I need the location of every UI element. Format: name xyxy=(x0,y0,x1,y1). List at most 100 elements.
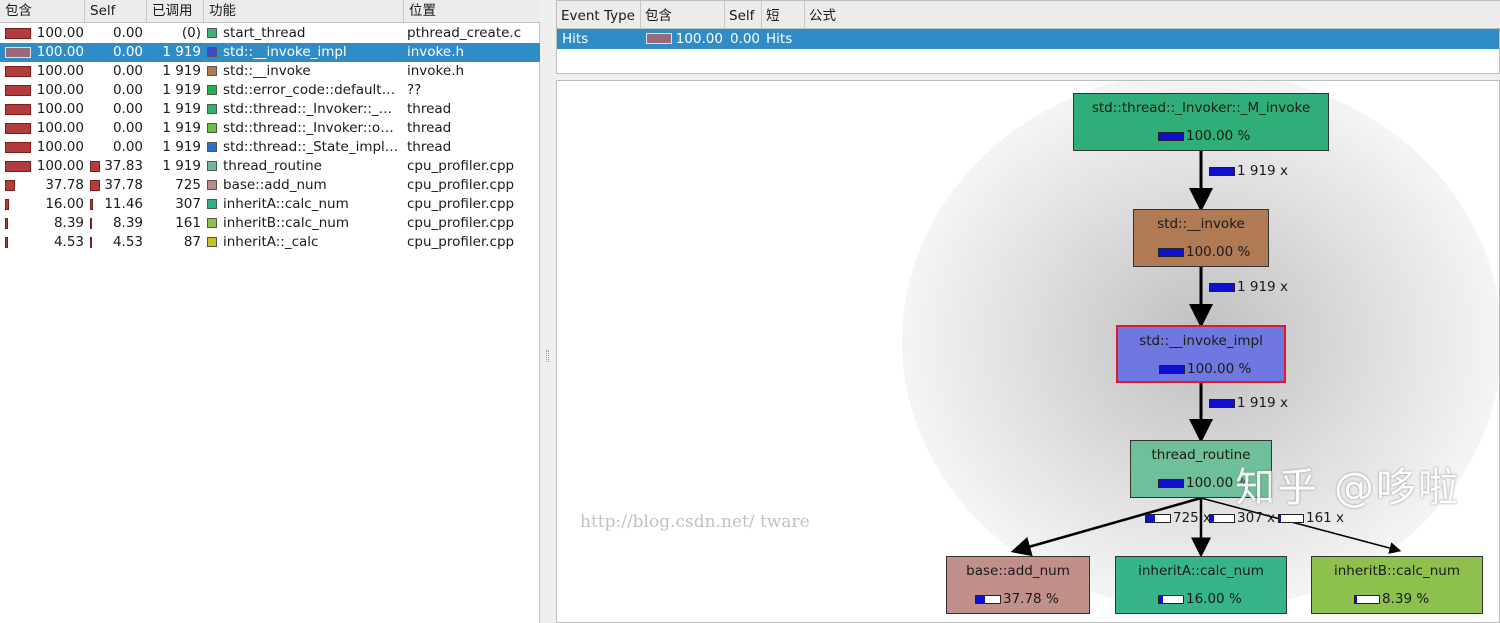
function-location: cpu_profiler.cpp xyxy=(407,196,515,212)
node-percent: 100.00 % xyxy=(1186,128,1251,144)
inclusive-bar xyxy=(5,28,31,39)
call-graph-canvas[interactable]: std::thread::_Invoker::_M_invoke100.00 %… xyxy=(556,80,1500,623)
function-color-icon xyxy=(207,180,217,190)
function-row[interactable]: 100.00 0.00 1 919 std::__invoke_impl invoke.… xyxy=(0,43,540,62)
vertical-splitter[interactable] xyxy=(541,0,555,623)
event-short-value: Hits xyxy=(766,31,793,47)
function-row[interactable]: 100.00 0.00 1 919 std::__invoke invoke.h xyxy=(0,62,540,81)
node-label: std::thread::_Invoker::_M_invoke xyxy=(1091,100,1311,116)
function-color-icon xyxy=(207,161,217,171)
inclusive-value: 100.00 xyxy=(36,82,84,98)
inclusive-bar xyxy=(5,199,9,210)
column-header-event-self[interactable]: Self xyxy=(725,1,762,29)
called-count: 1 919 xyxy=(162,101,201,117)
watermark-text: 知乎 @哆啦 xyxy=(1235,465,1460,511)
call-graph-node[interactable]: base::add_num 37.78 % xyxy=(946,556,1090,614)
column-header-function[interactable]: 功能 xyxy=(204,0,404,23)
column-header-short[interactable]: 短 xyxy=(762,1,805,29)
function-name: std::error_code::default… xyxy=(223,82,396,98)
function-row[interactable]: 4.53 4.53 87 inheritA::_calc cpu_profiler.cp… xyxy=(0,233,540,252)
function-name: std::thread::_State_impl… xyxy=(223,139,399,155)
function-name: std::thread::_Invoker::_… xyxy=(223,101,393,117)
column-header-location[interactable]: 位置 xyxy=(404,0,540,23)
self-value: 37.78 xyxy=(104,177,143,193)
function-row[interactable]: 100.00 0.00 1 919 std::error_code::default…… xyxy=(0,81,540,100)
called-count: 725 xyxy=(175,177,201,193)
inclusive-value: 100.00 xyxy=(36,139,84,155)
call-graph-node[interactable]: std::__invoke_impl 100.00 % xyxy=(1116,325,1286,383)
function-name: base::add_num xyxy=(223,177,327,193)
node-cost-bar xyxy=(975,595,1001,604)
node-label: base::add_num xyxy=(966,563,1070,579)
call-graph-node[interactable]: std::thread::_Invoker::_M_invoke100.00 % xyxy=(1073,93,1329,151)
self-value: 0.00 xyxy=(112,44,143,60)
node-cost-bar xyxy=(1158,479,1184,488)
call-graph-node[interactable]: std::__invoke 100.00 % xyxy=(1133,209,1269,267)
node-percent: 8.39 % xyxy=(1382,591,1430,607)
function-name: std::thread::_Invoker::o… xyxy=(223,120,394,136)
function-location: cpu_profiler.cpp xyxy=(407,158,515,174)
event-type-header: Event Type 包含 Self 短 公式 xyxy=(557,1,1500,29)
self-value: 11.46 xyxy=(104,196,143,212)
function-location: pthread_create.c xyxy=(407,25,522,41)
function-color-icon xyxy=(207,142,217,152)
function-row[interactable]: 100.00 0.00 1 919 std::thread::_Invoker::o…… xyxy=(0,119,540,138)
node-cost-bar xyxy=(1158,248,1184,257)
function-row[interactable]: 100.00 0.00 (0) start_thread pthread_create.… xyxy=(0,24,540,43)
function-name: std::__invoke xyxy=(223,63,311,79)
inclusive-bar xyxy=(5,85,31,96)
column-header-formula[interactable]: 公式 xyxy=(805,1,925,29)
watermark-url: http://blog.csdn.net/ tware xyxy=(580,512,810,532)
call-graph-svg xyxy=(902,81,1499,611)
called-count: 1 919 xyxy=(162,44,201,60)
inclusive-bar xyxy=(5,180,15,191)
function-color-icon xyxy=(207,199,217,209)
column-header-self[interactable]: Self xyxy=(85,0,147,23)
self-value: 0.00 xyxy=(112,101,143,117)
inclusive-value: 37.78 xyxy=(45,177,84,193)
inclusive-bar xyxy=(5,237,8,248)
node-percent: 100.00 % xyxy=(1187,361,1252,377)
inclusive-bar xyxy=(5,66,31,77)
event-type-row[interactable]: Hits 100.00 0.00 Hits xyxy=(557,29,1499,49)
function-row[interactable]: 8.39 8.39 161 inheritB::calc_num cpu_profile… xyxy=(0,214,540,233)
function-row[interactable]: 100.00 37.83 1 919 thread_routine cpu_profil… xyxy=(0,157,540,176)
called-count: 1 919 xyxy=(162,158,201,174)
function-row[interactable]: 37.78 37.78 725 base::add_num cpu_profiler.c… xyxy=(0,176,540,195)
event-self-value: 0.00 xyxy=(729,31,760,47)
column-header-called[interactable]: 已调用 xyxy=(147,0,204,23)
function-list-header: 包含 Self 已调用 功能 位置 xyxy=(0,0,540,23)
function-row[interactable]: 16.00 11.46 307 inheritA::calc_num cpu_profi… xyxy=(0,195,540,214)
inclusive-value: 100.00 xyxy=(36,101,84,117)
self-value: 0.00 xyxy=(112,63,143,79)
column-header-event-type[interactable]: Event Type xyxy=(557,1,641,29)
function-location: invoke.h xyxy=(407,44,465,60)
inclusive-bar xyxy=(5,47,31,58)
kcachegrind-window: 包含 Self 已调用 功能 位置 100.00 0.00 (0) start_thr… xyxy=(0,0,1500,623)
node-cost-bar xyxy=(1354,595,1380,604)
self-value: 0.00 xyxy=(112,139,143,155)
call-count-label: 1 919 x xyxy=(1237,279,1288,295)
function-location: thread xyxy=(407,139,452,155)
self-value: 37.83 xyxy=(104,158,143,174)
node-label: std::__invoke xyxy=(1157,216,1245,232)
inclusive-value: 100.00 xyxy=(36,25,84,41)
call-count-bar xyxy=(1209,167,1235,176)
column-header-event-inclusive[interactable]: 包含 xyxy=(641,1,725,29)
called-count: (0) xyxy=(181,25,201,41)
function-name: inheritB::calc_num xyxy=(223,215,350,231)
called-count: 1 919 xyxy=(162,120,201,136)
node-label: inheritA::calc_num xyxy=(1138,563,1264,579)
called-count: 1 919 xyxy=(162,139,201,155)
column-header-inclusive[interactable]: 包含 xyxy=(0,0,85,23)
call-graph-node[interactable]: inheritA::calc_num 16.00 % xyxy=(1115,556,1287,614)
inclusive-bar xyxy=(5,123,31,134)
call-graph-node[interactable]: inheritB::calc_num 8.39 % xyxy=(1311,556,1483,614)
inclusive-value: 100.00 xyxy=(36,120,84,136)
splitter-grip-icon xyxy=(546,350,549,362)
function-row[interactable]: 100.00 0.00 1 919 std::thread::_State_impl…… xyxy=(0,138,540,157)
inclusive-value: 8.39 xyxy=(53,215,84,231)
function-row[interactable]: 100.00 0.00 1 919 std::thread::_Invoker::_…… xyxy=(0,100,540,119)
inclusive-bar xyxy=(5,142,31,153)
called-count: 161 xyxy=(175,215,201,231)
